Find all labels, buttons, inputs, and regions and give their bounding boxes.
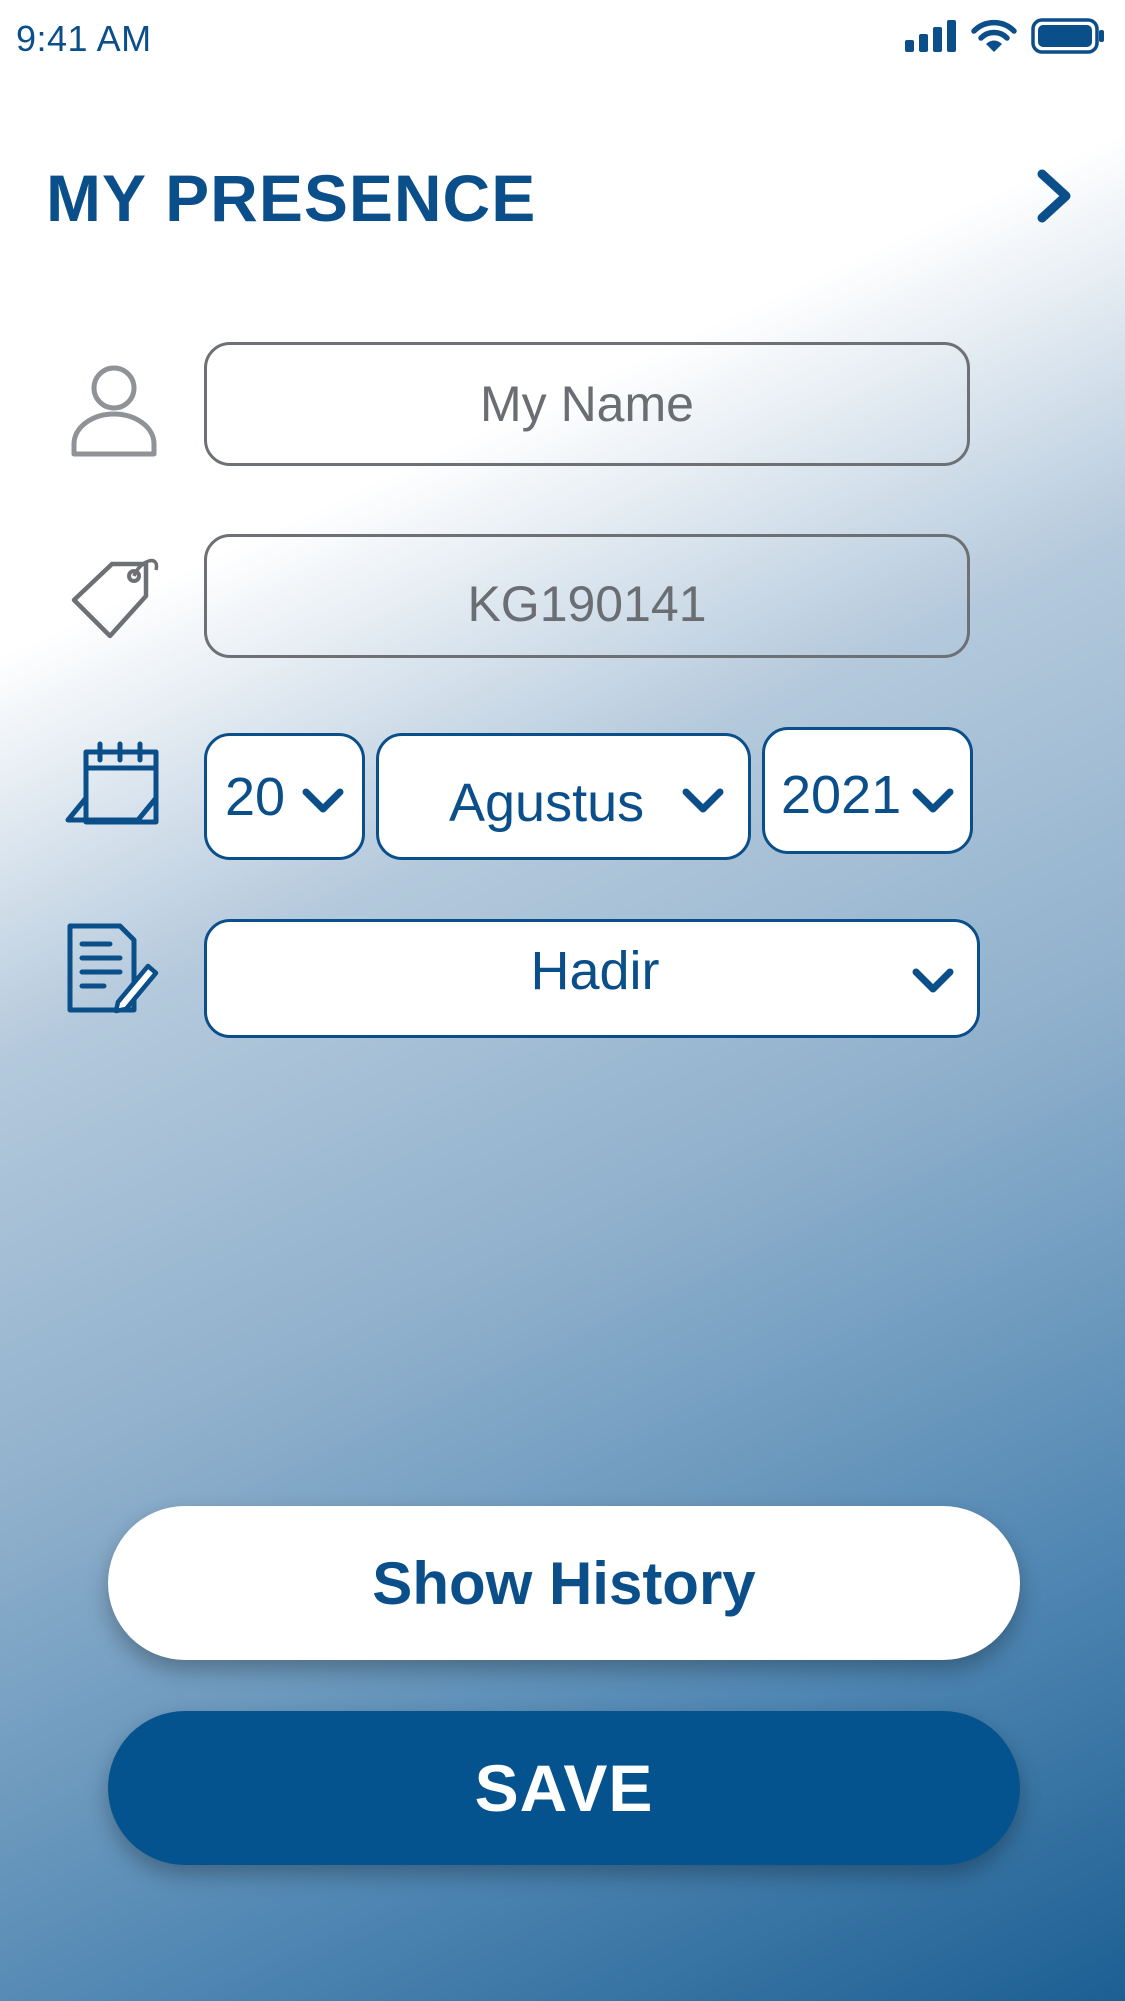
chevron-right-icon <box>1037 169 1071 223</box>
status-icons <box>905 18 1105 54</box>
chevron-down-icon <box>912 788 954 813</box>
attendance-value: Hadir <box>530 941 660 1001</box>
person-icon <box>64 362 160 458</box>
battery-icon <box>1031 18 1104 54</box>
status-time: 9:41 AM <box>16 18 152 59</box>
id-field[interactable]: KG190141 <box>204 534 970 658</box>
year-value: 2021 <box>781 765 902 825</box>
name-field[interactable]: My Name <box>204 342 970 466</box>
tag-icon <box>66 548 162 644</box>
day-select[interactable]: 20 <box>204 733 365 860</box>
document-edit-icon <box>64 922 160 1018</box>
month-value: Agustus <box>449 773 645 833</box>
year-select[interactable]: 2021 <box>762 727 973 854</box>
signal-icon <box>905 20 956 52</box>
month-select[interactable]: Agustus <box>376 733 751 860</box>
save-button[interactable]: SAVE <box>108 1711 1020 1865</box>
wifi-icon <box>971 19 1017 52</box>
show-history-button[interactable]: Show History <box>108 1506 1020 1660</box>
chevron-down-icon <box>302 788 344 813</box>
status-bar: 9:41 AM <box>0 0 1125 80</box>
calendar-icon <box>64 740 160 836</box>
page-title: MY PRESENCE <box>46 161 537 235</box>
chevron-down-icon <box>912 968 954 993</box>
day-value: 20 <box>225 767 286 827</box>
attendance-select[interactable]: Hadir <box>204 919 980 1038</box>
next-button[interactable] <box>1030 166 1080 226</box>
chevron-down-icon <box>682 788 724 813</box>
